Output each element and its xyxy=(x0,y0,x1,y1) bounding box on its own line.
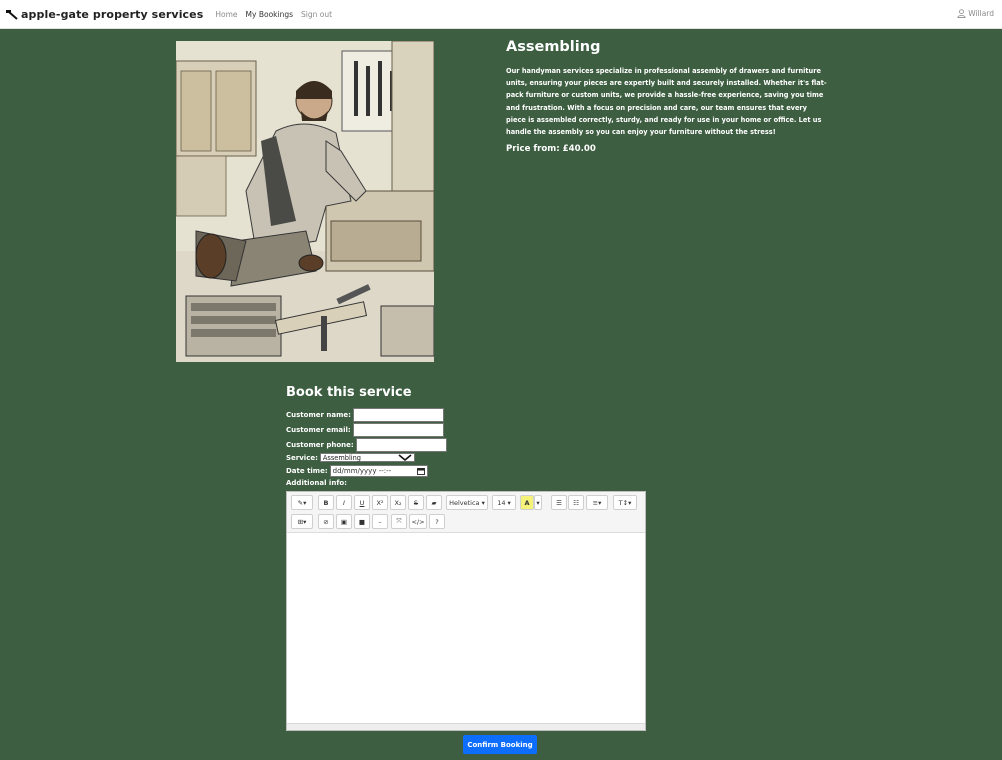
brand-name: apple-gate property services xyxy=(21,7,204,21)
additional-info-row: Additional info: xyxy=(286,479,349,487)
service-select-value: Assembling xyxy=(322,453,361,462)
customer-email-row: Customer email: xyxy=(286,423,444,437)
datetime-row: Date time: dd/mm/yyyy --:-- xyxy=(286,465,428,477)
user-menu[interactable]: Willard xyxy=(957,9,994,18)
handyman-assembling-image xyxy=(176,41,434,362)
italic-icon[interactable]: I xyxy=(336,495,352,510)
bold-icon[interactable]: B xyxy=(318,495,334,510)
service-illustration xyxy=(176,41,434,362)
user-name: Willard xyxy=(968,9,994,18)
magic-icon[interactable]: ✎▾ xyxy=(291,495,313,510)
calendar-icon[interactable] xyxy=(416,467,425,475)
align-icon[interactable]: ≡▾ xyxy=(586,495,608,510)
customer-name-label: Customer name: xyxy=(286,411,351,419)
customer-phone-row: Customer phone: xyxy=(286,438,447,452)
navbar: apple-gate property services Home My Boo… xyxy=(0,0,1002,29)
unordered-list-icon[interactable]: ☰ xyxy=(551,495,567,510)
line-height-icon[interactable]: T↕▾ xyxy=(613,495,637,510)
editor-resize-bar[interactable] xyxy=(287,723,645,730)
ordered-list-icon[interactable]: ☷ xyxy=(568,495,584,510)
superscript-icon[interactable]: X² xyxy=(372,495,388,510)
brand[interactable]: apple-gate property services xyxy=(6,8,203,21)
booking-title: Book this service xyxy=(286,385,412,400)
customer-name-input[interactable] xyxy=(352,408,444,422)
service-select[interactable]: Assembling xyxy=(319,453,415,462)
customer-email-label: Customer email: xyxy=(286,426,351,434)
datetime-placeholder: dd/mm/yyyy --:-- xyxy=(332,467,392,475)
hr-icon[interactable]: – xyxy=(372,514,388,529)
fullscreen-icon[interactable]: ⤧ xyxy=(391,514,407,529)
text-color-dropdown[interactable]: ▾ xyxy=(534,495,542,510)
video-icon[interactable]: ■ xyxy=(354,514,370,529)
additional-info-label: Additional info: xyxy=(286,479,347,487)
datetime-label: Date time: xyxy=(286,467,328,475)
customer-email-input[interactable] xyxy=(352,423,444,437)
editor-content-area[interactable] xyxy=(287,533,645,724)
customer-phone-input[interactable] xyxy=(355,438,447,452)
strikethrough-icon[interactable]: S xyxy=(408,495,424,510)
rich-text-editor: ✎▾ B I U X² X₂ S ▰ Helvetica ▾ 14 ▾ A ▾ … xyxy=(286,491,646,731)
underline-icon[interactable]: U xyxy=(354,495,370,510)
font-family-value: Helvetica xyxy=(449,498,480,507)
link-icon[interactable]: ⊘ xyxy=(318,514,334,529)
nav-home[interactable]: Home xyxy=(215,10,237,19)
customer-phone-label: Customer phone: xyxy=(286,441,354,449)
customer-name-row: Customer name: xyxy=(286,408,444,422)
confirm-booking-button[interactable]: Confirm Booking xyxy=(463,735,537,754)
font-family-select[interactable]: Helvetica ▾ xyxy=(446,495,488,510)
nav-my-bookings[interactable]: My Bookings xyxy=(246,10,293,19)
datetime-input[interactable]: dd/mm/yyyy --:-- xyxy=(329,465,428,477)
chevron-down-icon xyxy=(398,454,412,461)
eraser-icon[interactable]: ▰ xyxy=(426,495,442,510)
service-row: Service: Assembling xyxy=(286,453,415,462)
user-icon xyxy=(957,9,966,18)
hammer-icon xyxy=(6,10,18,20)
text-color-icon[interactable]: A xyxy=(520,495,534,510)
image-icon[interactable]: ▣ xyxy=(336,514,352,529)
nav-sign-out[interactable]: Sign out xyxy=(301,10,332,19)
code-view-icon[interactable]: </> xyxy=(409,514,427,529)
service-description: Our handyman services specialize in prof… xyxy=(506,67,827,137)
service-price: Price from: £40.00 xyxy=(506,144,596,154)
font-size-select[interactable]: 14 ▾ xyxy=(492,495,516,510)
editor-toolbar: ✎▾ B I U X² X₂ S ▰ Helvetica ▾ 14 ▾ A ▾ … xyxy=(287,492,645,533)
help-icon[interactable]: ? xyxy=(429,514,445,529)
service-title: Assembling xyxy=(506,39,601,55)
font-size-value: 14 xyxy=(497,498,506,507)
table-icon[interactable]: ⊞▾ xyxy=(291,514,313,529)
subscript-icon[interactable]: X₂ xyxy=(390,495,406,510)
service-label: Service: xyxy=(286,453,318,462)
